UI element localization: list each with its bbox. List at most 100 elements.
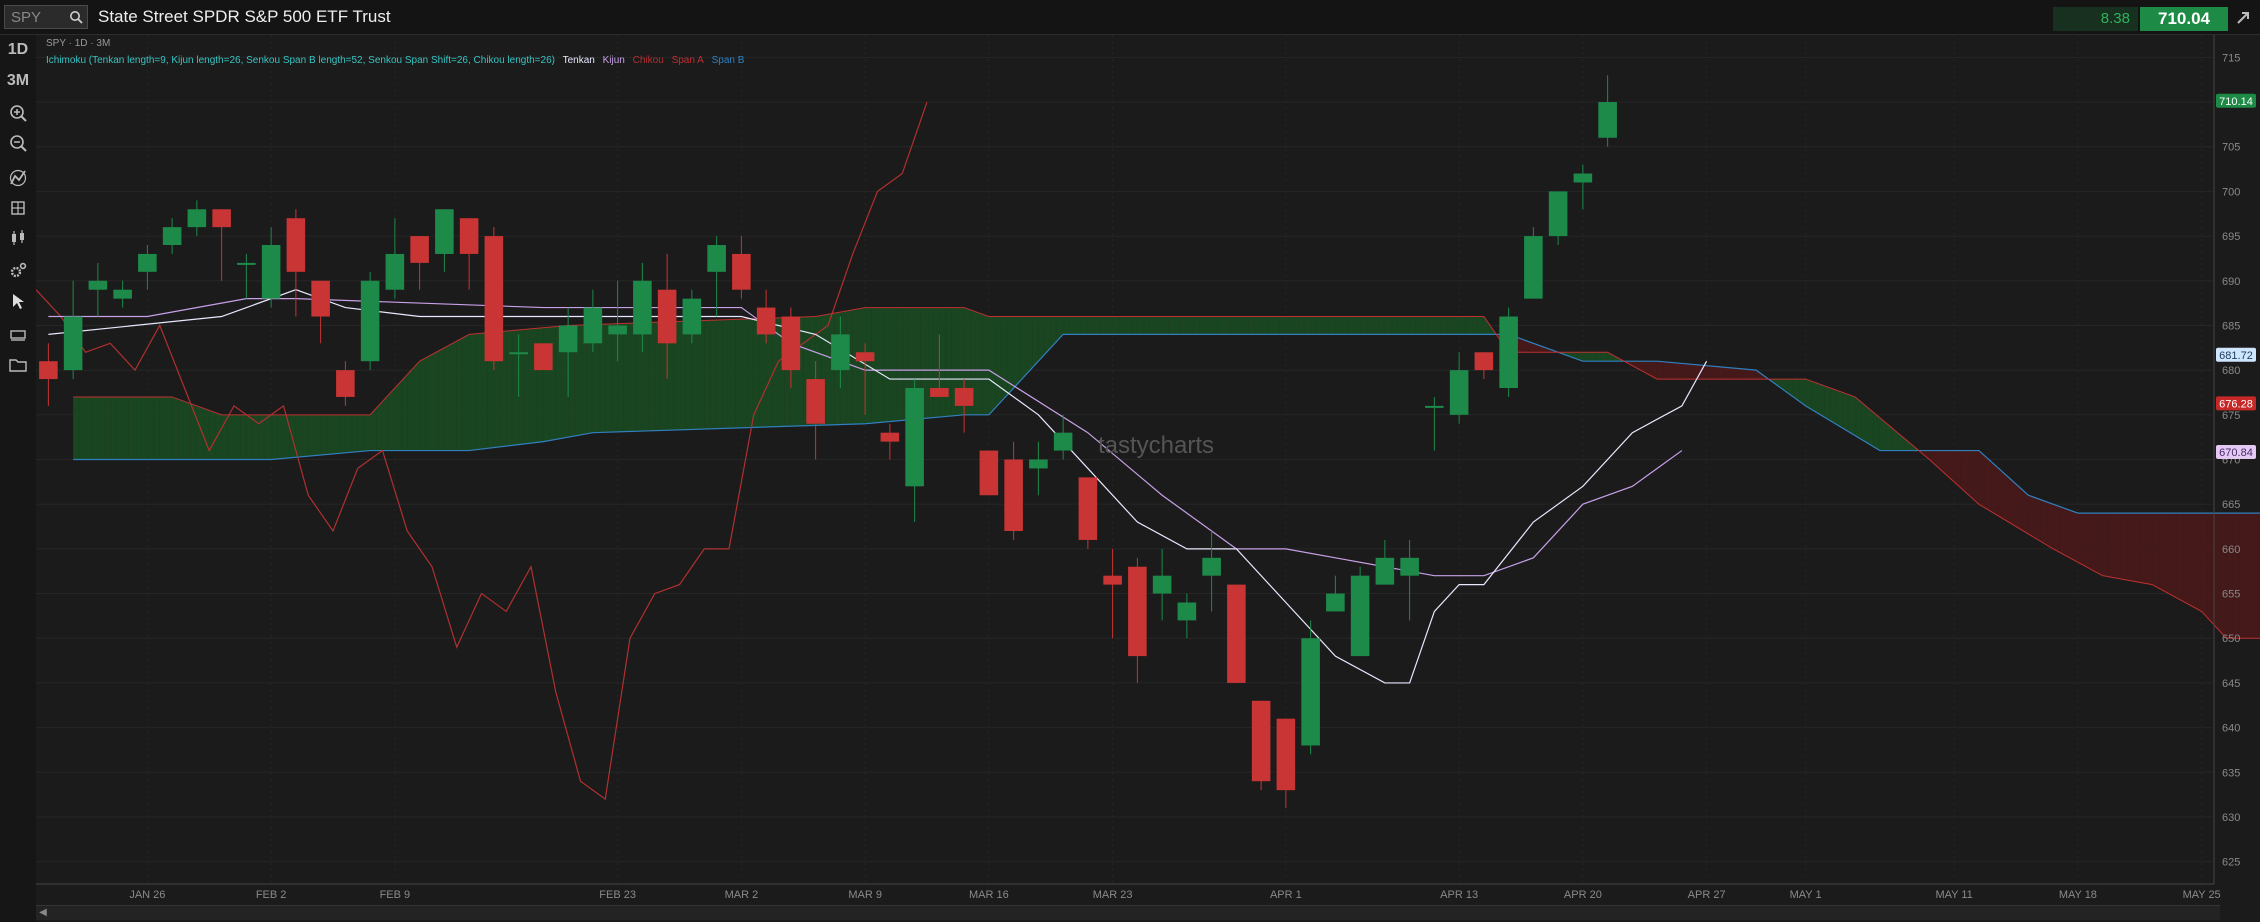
- y-tick-label: 660: [2222, 544, 2240, 556]
- cloud-segment: [425, 354, 432, 451]
- cloud-segment: [1155, 316, 1163, 335]
- candle-body: [930, 388, 949, 397]
- cloud-segment: [1304, 316, 1311, 335]
- cloud-segment: [735, 319, 742, 429]
- cloud-segment: [135, 396, 142, 460]
- cloud-segment: [234, 414, 241, 460]
- cloud-segment: [432, 351, 439, 451]
- cloud-segment: [1310, 316, 1317, 335]
- cloud-segment: [2226, 513, 2233, 639]
- zoom-out-icon[interactable]: [8, 133, 28, 153]
- candle-body: [1499, 316, 1518, 389]
- watermark: tastycharts: [1098, 432, 1215, 459]
- cloud-segment: [2145, 513, 2153, 585]
- x-tick-label: MAY 1: [1790, 889, 1822, 901]
- cloud-segment: [933, 307, 940, 418]
- candle-body: [1326, 593, 1345, 612]
- cloud-segment: [2139, 513, 2146, 584]
- cloud-segment: [1997, 467, 2004, 520]
- candle-body: [1177, 602, 1197, 621]
- cloud-segment: [73, 396, 80, 460]
- x-tick-label: MAY 11: [1935, 889, 1972, 901]
- folder-icon[interactable]: [8, 355, 28, 375]
- cloud-segment: [1292, 316, 1299, 335]
- x-tick-label: MAR 9: [848, 889, 882, 901]
- candle-body: [781, 316, 801, 371]
- candle-body: [1375, 557, 1395, 585]
- candle-body: [39, 361, 58, 380]
- cloud-segment: [85, 396, 92, 460]
- candle-body: [1029, 459, 1048, 469]
- cloud-segment: [1106, 316, 1113, 335]
- expand-icon[interactable]: [2234, 9, 2252, 27]
- search-icon[interactable]: [69, 10, 83, 24]
- x-tick-label: APR 27: [1688, 889, 1726, 901]
- candle-body: [410, 236, 429, 263]
- candle-body: [484, 236, 504, 362]
- cloud-segment: [345, 414, 352, 453]
- cloud-segment: [1298, 316, 1305, 335]
- cloud-segment: [2238, 513, 2245, 639]
- cloud-segment: [394, 381, 402, 451]
- candle-body: [806, 379, 825, 424]
- cloud-segment: [388, 388, 395, 451]
- cloud-segment: [617, 323, 624, 432]
- y-tick-label: 655: [2222, 589, 2240, 601]
- cloud-segment: [1094, 316, 1101, 335]
- price-badge: 681.72: [2216, 347, 2256, 362]
- timeframe-1d-button[interactable]: 1D: [0, 41, 36, 59]
- horizontal-scrollbar[interactable]: ◀: [36, 905, 2220, 920]
- cloud-segment: [2022, 489, 2029, 534]
- cloud-segment: [611, 323, 618, 433]
- zoom-in-icon[interactable]: [8, 103, 28, 123]
- candle-body: [360, 280, 380, 362]
- cloud-segment: [1347, 316, 1354, 335]
- candle-body: [1548, 191, 1568, 237]
- timeframe-3m-button[interactable]: 3M: [0, 72, 36, 90]
- cloud-segment: [475, 333, 482, 450]
- cloud-segment: [1873, 412, 1880, 451]
- studies-icon[interactable]: [8, 168, 28, 188]
- y-tick-label: 675: [2222, 410, 2240, 422]
- cloud-segment: [450, 341, 457, 451]
- x-tick-label: FEB 2: [256, 889, 287, 901]
- cloud-segment: [623, 323, 630, 432]
- y-tick-label: 700: [2222, 186, 2240, 198]
- cloud-segment: [2016, 484, 2023, 531]
- cloud-segment: [1818, 383, 1825, 418]
- candle-body: [63, 316, 83, 371]
- cloud-segment: [240, 414, 247, 460]
- cloud-segment: [1230, 316, 1237, 335]
- symbol-input[interactable]: [5, 6, 73, 28]
- cloud-segment: [1811, 381, 1818, 414]
- chart-canvas[interactable]: 6256306356406456506556606656706756806856…: [0, 0, 2260, 922]
- cloud-segment: [1681, 363, 1689, 380]
- cloud-segment: [506, 330, 513, 447]
- drawing-icon[interactable]: [8, 198, 28, 218]
- cloud-segment: [2084, 513, 2091, 569]
- cloud-segment: [314, 414, 321, 456]
- symbol-search[interactable]: [4, 5, 88, 29]
- candle-body: [682, 298, 702, 335]
- scroll-left-arrow-icon[interactable]: ◀: [36, 906, 50, 920]
- cloud-segment: [704, 320, 711, 430]
- candle-body: [1128, 566, 1147, 657]
- cloud-segment: [1261, 316, 1268, 335]
- cloud-segment: [178, 399, 185, 460]
- cloud-segment: [2152, 513, 2159, 588]
- cloud-segment: [351, 414, 358, 453]
- cloud-segment: [2003, 472, 2010, 523]
- cloud-segment: [2071, 510, 2078, 563]
- cloud-segment: [1657, 361, 1664, 380]
- layers-icon[interactable]: [8, 325, 28, 345]
- cloud-segment: [1409, 316, 1416, 335]
- last-price: 710.04: [2140, 7, 2228, 31]
- settings-icon[interactable]: [8, 261, 28, 281]
- cloud-segment: [1360, 316, 1367, 335]
- chart-style-icon[interactable]: [8, 228, 28, 248]
- cloud-segment: [2176, 513, 2184, 602]
- cloud-segment: [1335, 316, 1342, 335]
- cloud-segment: [1384, 316, 1392, 335]
- cursor-icon[interactable]: [8, 291, 28, 311]
- cloud-segment: [1452, 316, 1460, 335]
